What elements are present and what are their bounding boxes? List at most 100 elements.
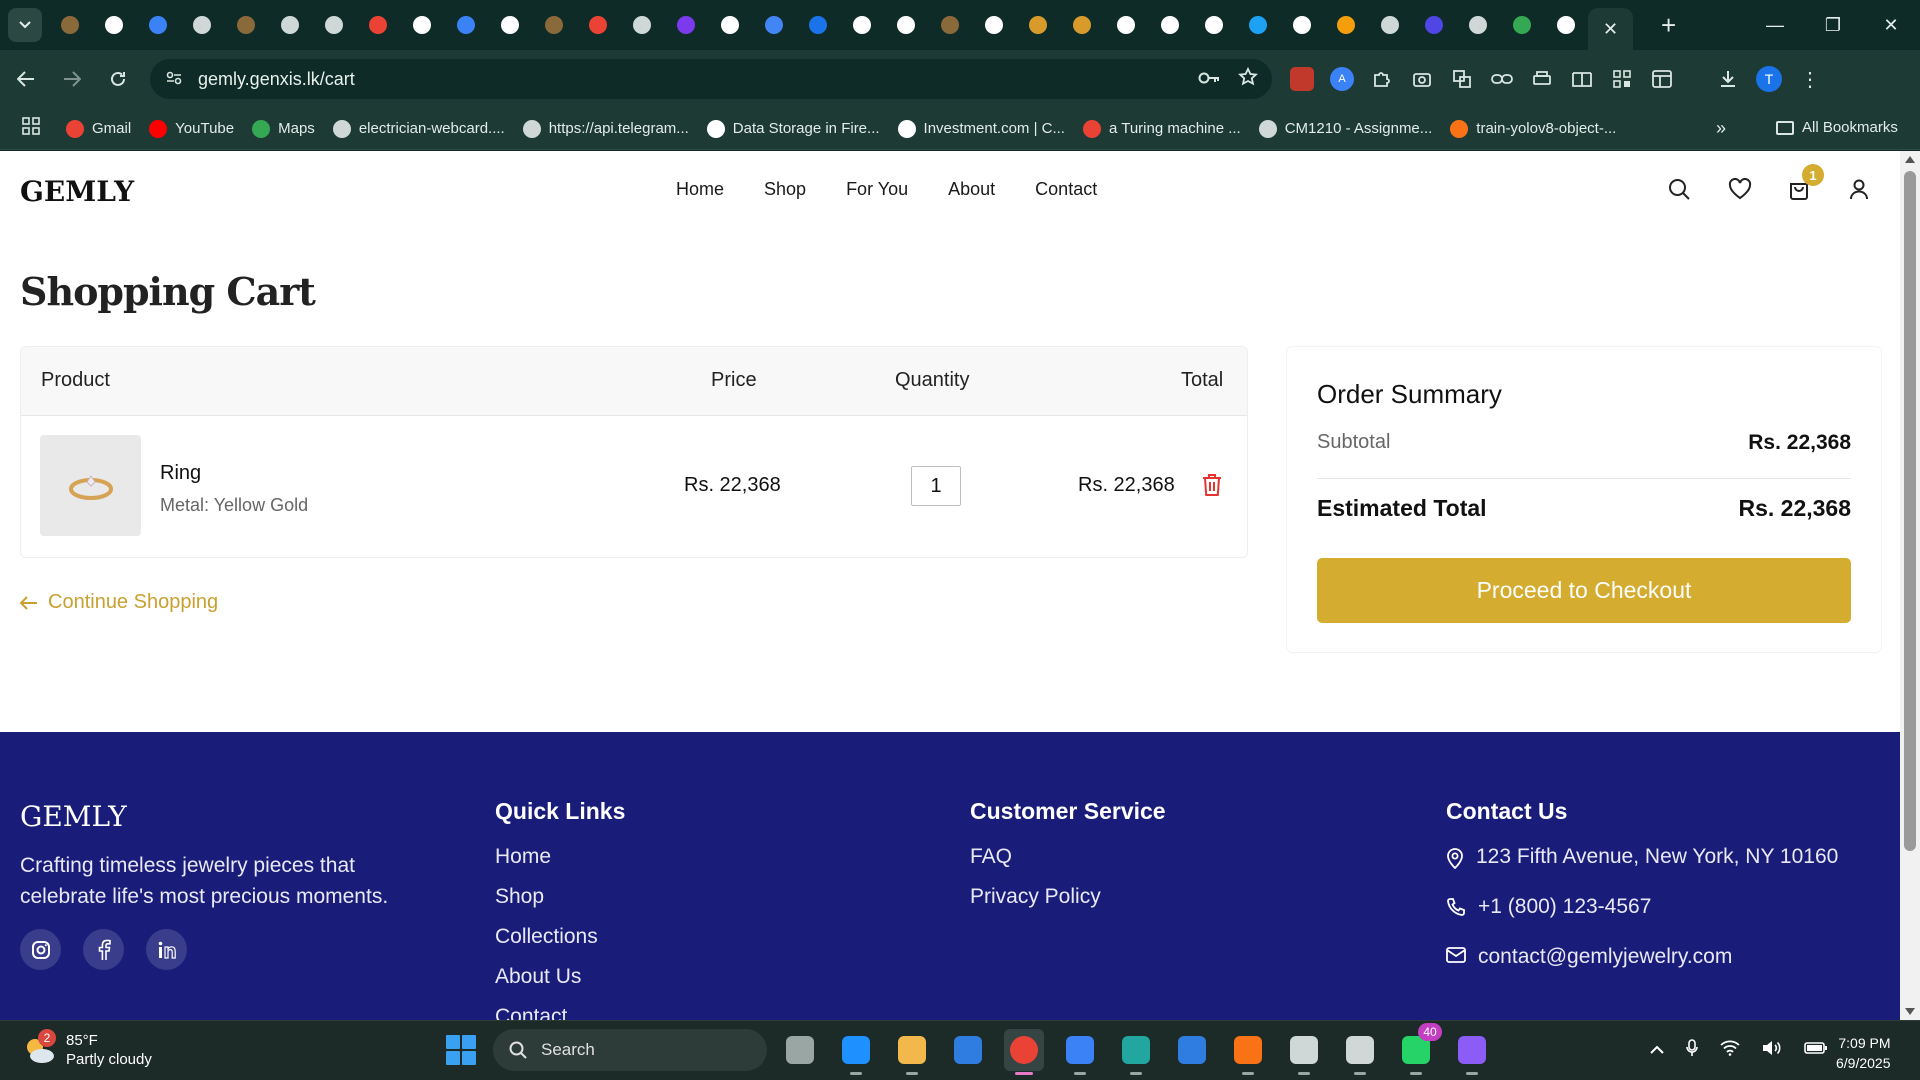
tab[interactable] xyxy=(1412,0,1456,50)
footer-link[interactable]: Privacy Policy xyxy=(970,885,1166,925)
tab[interactable] xyxy=(1456,0,1500,50)
new-tab-button[interactable]: + xyxy=(1661,12,1676,38)
bookmark-item[interactable]: Gmail xyxy=(66,119,131,138)
footer-logo[interactable]: GEMLY xyxy=(20,800,127,833)
bookmarks-overflow-icon[interactable]: » xyxy=(1716,118,1726,139)
restore-button[interactable]: ❐ xyxy=(1804,0,1862,50)
download-icon[interactable] xyxy=(1716,67,1740,91)
taskbar-app[interactable] xyxy=(1004,1029,1044,1075)
tab-search-button[interactable] xyxy=(8,8,42,42)
taskbar-app[interactable] xyxy=(1340,1029,1380,1075)
microphone-icon[interactable] xyxy=(1686,1039,1698,1062)
forward-button[interactable] xyxy=(52,59,92,99)
link-icon[interactable] xyxy=(1490,67,1514,91)
tab[interactable] xyxy=(488,0,532,50)
tab[interactable] xyxy=(1060,0,1104,50)
email-text[interactable]: contact@gemlyjewelry.com xyxy=(1478,945,1732,969)
tab[interactable] xyxy=(444,0,488,50)
product-image[interactable] xyxy=(40,435,141,536)
tab[interactable] xyxy=(1500,0,1544,50)
phone-text[interactable]: +1 (800) 123-4567 xyxy=(1478,895,1651,919)
all-bookmarks-button[interactable]: All Bookmarks xyxy=(1776,119,1898,136)
translate-extension-icon[interactable]: A xyxy=(1330,67,1354,91)
taskbar-app[interactable]: 40 xyxy=(1396,1023,1442,1075)
tab[interactable] xyxy=(1368,0,1412,50)
bookmark-item[interactable]: train-yolov8-object-... xyxy=(1450,119,1616,138)
reading-mode-icon[interactable] xyxy=(1570,67,1594,91)
tab[interactable] xyxy=(576,0,620,50)
user-icon[interactable] xyxy=(1848,178,1870,200)
footer-link[interactable]: FAQ xyxy=(970,845,1166,885)
tab[interactable] xyxy=(180,0,224,50)
footer-link[interactable]: Home xyxy=(495,845,625,885)
footer-link[interactable]: Collections xyxy=(495,925,625,965)
volume-icon[interactable] xyxy=(1762,1040,1782,1061)
heart-icon[interactable] xyxy=(1728,177,1752,200)
tab[interactable] xyxy=(268,0,312,50)
window-close-button[interactable]: ✕ xyxy=(1862,0,1920,50)
scroll-down-arrow[interactable] xyxy=(1905,1008,1915,1015)
system-clock[interactable]: 7:09 PM 6/9/2025 xyxy=(1836,1033,1891,1073)
apps-grid-icon[interactable] xyxy=(22,117,40,140)
page-scrollbar[interactable] xyxy=(1900,151,1920,1020)
taskbar-app[interactable] xyxy=(836,1029,876,1075)
tab[interactable] xyxy=(1148,0,1192,50)
bookmark-item[interactable]: https://api.telegram... xyxy=(522,119,689,138)
footer-link[interactable]: Contact xyxy=(495,1005,625,1020)
taskbar-app[interactable] xyxy=(1116,1029,1156,1075)
url-text[interactable]: gemly.genxis.lk/cart xyxy=(198,69,355,90)
bookmark-item[interactable]: Investment.com | C... xyxy=(897,119,1065,138)
tab[interactable] xyxy=(796,0,840,50)
taskbar-app[interactable] xyxy=(948,1029,988,1071)
screenshot-icon[interactable] xyxy=(1410,67,1434,91)
bookmark-item[interactable]: Data Storage in Fire... xyxy=(706,119,880,138)
tab[interactable] xyxy=(752,0,796,50)
taskbar-search[interactable]: Search xyxy=(493,1029,767,1071)
windows-start-icon[interactable] xyxy=(446,1035,476,1065)
tab[interactable] xyxy=(224,0,268,50)
tab[interactable] xyxy=(620,0,664,50)
quantity-input[interactable] xyxy=(911,466,961,506)
nav-link-about[interactable]: About xyxy=(948,179,995,200)
key-icon[interactable] xyxy=(1198,69,1220,90)
tab[interactable] xyxy=(312,0,356,50)
nav-link-home[interactable]: Home xyxy=(676,179,724,200)
product-name[interactable]: Ring xyxy=(160,462,201,485)
taskbar-app[interactable] xyxy=(892,1029,932,1075)
taskbar-app[interactable] xyxy=(1284,1029,1324,1075)
taskbar-app[interactable] xyxy=(780,1029,820,1071)
tab[interactable] xyxy=(1236,0,1280,50)
close-icon[interactable]: ✕ xyxy=(1603,19,1618,40)
tab[interactable] xyxy=(1192,0,1236,50)
minimize-button[interactable]: — xyxy=(1746,0,1804,50)
nav-link-for-you[interactable]: For You xyxy=(846,179,908,200)
bookmark-extension-icon[interactable] xyxy=(1290,67,1314,91)
linkedin-icon[interactable] xyxy=(146,929,187,970)
footer-link[interactable]: About Us xyxy=(495,965,625,1005)
tab[interactable] xyxy=(400,0,444,50)
weather-widget[interactable]: 2 85°F Partly cloudy xyxy=(22,1029,152,1069)
translate-icon[interactable] xyxy=(1450,67,1474,91)
reload-button[interactable] xyxy=(98,59,138,99)
tab[interactable] xyxy=(664,0,708,50)
taskbar-app[interactable] xyxy=(1060,1029,1100,1075)
nav-link-shop[interactable]: Shop xyxy=(764,179,806,200)
bookmark-item[interactable]: electrician-webcard.... xyxy=(332,119,505,138)
taskbar-app[interactable] xyxy=(1228,1029,1268,1075)
bookmark-item[interactable]: Maps xyxy=(252,119,315,138)
instagram-icon[interactable] xyxy=(20,929,61,970)
scroll-up-arrow[interactable] xyxy=(1905,156,1915,163)
tab[interactable] xyxy=(1544,0,1588,50)
tab[interactable] xyxy=(1016,0,1060,50)
cart-icon[interactable]: 1 xyxy=(1788,164,1824,200)
back-button[interactable] xyxy=(6,59,46,99)
tab[interactable] xyxy=(356,0,400,50)
tab[interactable] xyxy=(708,0,752,50)
tab[interactable] xyxy=(1104,0,1148,50)
nav-link-contact[interactable]: Contact xyxy=(1035,179,1097,200)
tab[interactable] xyxy=(884,0,928,50)
tab[interactable] xyxy=(1280,0,1324,50)
tab-active[interactable]: ✕ xyxy=(1588,8,1633,50)
taskbar-app[interactable] xyxy=(1172,1029,1212,1071)
puzzle-icon[interactable] xyxy=(1370,67,1394,91)
